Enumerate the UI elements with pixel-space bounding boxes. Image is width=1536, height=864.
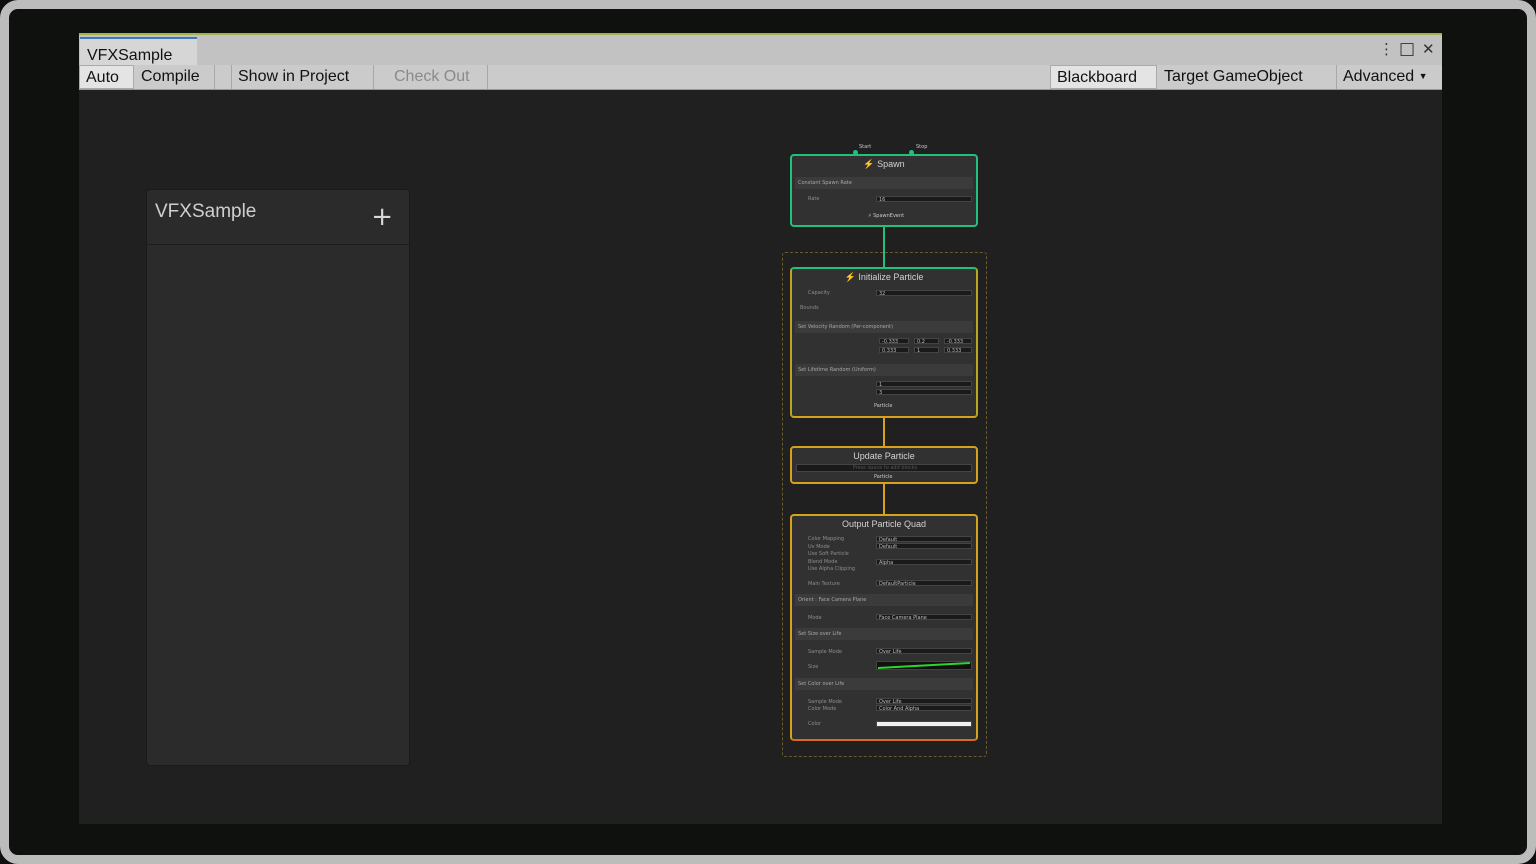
capacity-field[interactable]: 32 [876, 290, 972, 297]
spawn-output-label: ⚡ SpawnEvent [868, 213, 905, 219]
bounds-label: Bounds [800, 305, 819, 311]
lightning-icon: ⚡ [844, 272, 856, 282]
rate-label: Rate [808, 196, 820, 202]
size-curve[interactable] [876, 661, 972, 670]
velocity-block[interactable]: Set Velocity Random (Per-component) [795, 321, 973, 333]
color-mode-label: Color Mode [808, 706, 837, 712]
sample-mode-dropdown[interactable]: Over Life [876, 648, 972, 655]
color-gradient[interactable] [876, 721, 972, 727]
size-block[interactable]: Set Size over Life [795, 628, 973, 640]
output-context[interactable]: Output Particle Quad Color Mapping Defau… [790, 514, 978, 741]
spawn-context[interactable]: ⚡ Spawn Constant Spawn Rate Rate 16 ⚡ Sp… [790, 154, 978, 227]
size-curve-graph [877, 662, 971, 669]
color-mode-dropdown[interactable]: Color And Alpha [876, 705, 972, 712]
velocity-a-z[interactable]: -0.333 [944, 338, 972, 345]
port-start-label: Start [859, 144, 872, 150]
blackboard-title: VFXSample [155, 201, 257, 222]
lightning-icon: ⚡ [863, 159, 875, 169]
advanced-label: Advanced [1343, 68, 1415, 85]
flow-edge-init-update [883, 418, 885, 446]
more-options-icon[interactable]: ⋮ [1379, 42, 1394, 57]
blend-mode-dropdown[interactable]: Alpha [876, 559, 972, 566]
uv-mode-label: Uv Mode [808, 544, 830, 550]
vfx-graph-window: VFXSample ⋮ □ ✕ Auto Compile Show in Pro… [79, 33, 1442, 824]
initialize-title: ⚡ Initialize Particle [844, 272, 924, 282]
target-gameobject-toggle[interactable]: Target GameObject [1158, 65, 1337, 89]
color-mapping-label: Color Mapping [808, 536, 845, 542]
lifetime-b-field[interactable]: 3 [876, 389, 972, 396]
maximize-icon[interactable]: □ [1399, 41, 1415, 58]
add-property-icon[interactable]: + [371, 204, 393, 230]
color-block[interactable]: Set Color over Life [795, 678, 973, 690]
check-out-button[interactable]: Check Out [388, 65, 488, 89]
color-sample-mode-label: Sample Mode [808, 699, 842, 705]
toolbar: Auto Compile Show in Project Check Out B… [79, 65, 1442, 90]
lifetime-block[interactable]: Set Lifetime Random (Uniform) [795, 364, 973, 376]
mode-dropdown[interactable]: Face Camera Plane [876, 614, 972, 621]
tab-vfxsample[interactable]: VFXSample [80, 37, 197, 67]
output-title: Output Particle Quad [841, 519, 927, 529]
flow-edge-spawn-init [883, 227, 885, 267]
show-in-project-button[interactable]: Show in Project [231, 65, 374, 89]
update-title: Update Particle [853, 451, 915, 461]
size-label: Size [808, 664, 819, 670]
lightning-icon: ⚡ [868, 213, 872, 219]
spawn-rate-block[interactable]: Constant Spawn Rate [795, 177, 973, 189]
alpha-clipping-label: Use Alpha Clipping [808, 566, 856, 572]
main-texture-label: Main Texture [808, 581, 840, 587]
orient-block[interactable]: Orient : Face Camera Plane [795, 594, 973, 606]
uv-mode-dropdown[interactable]: Default [876, 543, 972, 550]
rate-field[interactable]: 16 [876, 196, 972, 203]
port-stop-label: Stop [916, 144, 928, 150]
add-blocks-hint: Press space to add blocks [796, 464, 972, 472]
blend-mode-label: Blend Mode [808, 559, 838, 565]
update-context[interactable]: Update Particle Press space to add block… [790, 446, 978, 484]
velocity-a-x[interactable]: -0.333 [879, 338, 909, 345]
graph-canvas[interactable]: VFXSample + Start Stop ⚡ Spawn Constant … [79, 90, 1442, 824]
blackboard-toggle[interactable]: Blackboard [1050, 65, 1157, 89]
auto-toggle[interactable]: Auto [79, 65, 134, 89]
chevron-down-icon: ▼ [1418, 71, 1428, 81]
color-sample-mode-dropdown[interactable]: Over Life [876, 698, 972, 705]
blackboard-header: VFXSample + [147, 190, 409, 245]
update-output-label: Particle [874, 474, 893, 480]
sample-mode-label: Sample Mode [808, 649, 842, 655]
color-mapping-dropdown[interactable]: Default [876, 536, 972, 543]
blackboard-panel: VFXSample + [146, 189, 410, 766]
velocity-b-x[interactable]: 0.333 [879, 347, 909, 354]
main-texture-field[interactable]: DefaultParticle [876, 580, 972, 587]
initialize-output-label: Particle [874, 403, 893, 409]
advanced-dropdown[interactable]: Advanced ▼ [1337, 65, 1442, 89]
velocity-b-y[interactable]: 1 [914, 347, 939, 354]
tab-bar: VFXSample ⋮ □ ✕ [79, 33, 1442, 67]
initialize-context[interactable]: ⚡ Initialize Particle Capacity 32 Bounds… [790, 267, 978, 418]
compile-button[interactable]: Compile [135, 65, 215, 89]
soft-particle-label: Use Soft Particle [808, 551, 849, 557]
close-icon[interactable]: ✕ [1422, 42, 1435, 57]
velocity-a-y[interactable]: 0.2 [914, 338, 939, 345]
spawn-title: ⚡ Spawn [863, 159, 905, 169]
mode-label: Mode [808, 615, 822, 621]
velocity-b-z[interactable]: 0.333 [944, 347, 972, 354]
flow-edge-update-output [883, 484, 885, 514]
lifetime-a-field[interactable]: 1 [876, 381, 972, 388]
capacity-label: Capacity [808, 290, 830, 296]
color-label: Color [808, 721, 822, 727]
